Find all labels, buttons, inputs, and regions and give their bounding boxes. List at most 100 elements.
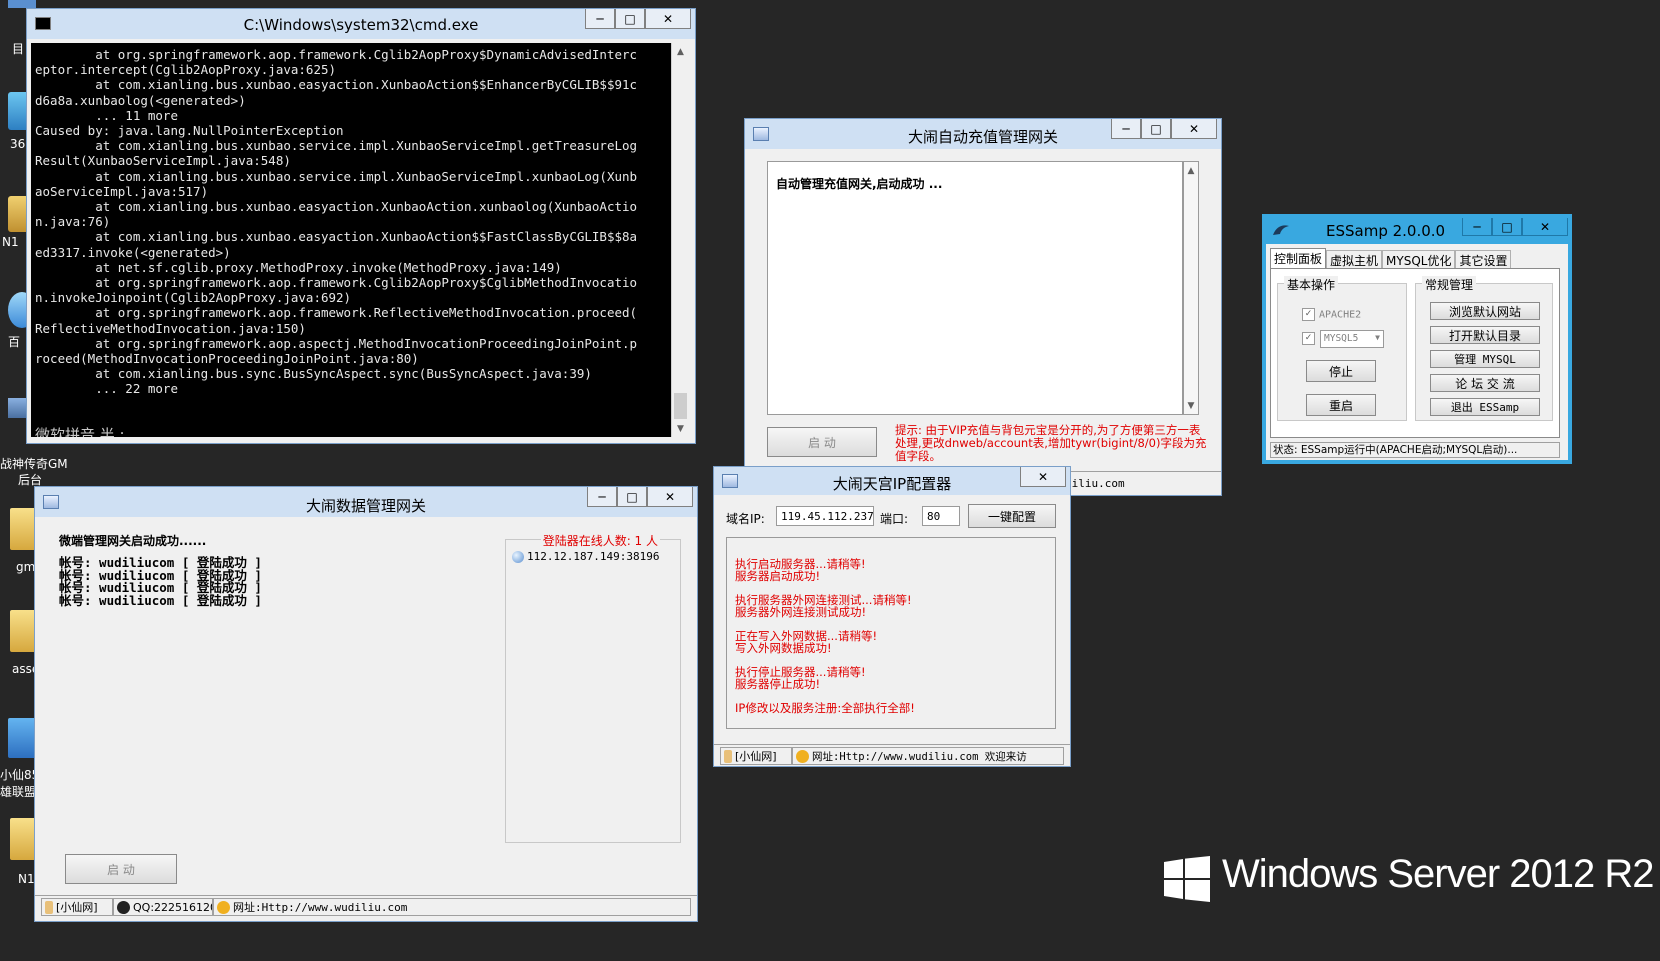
desktop-icon-label: 百 [8,335,21,349]
console-line: ed3317.invoke(<generated>) [35,244,231,260]
checkbox-icon: ✓ [1302,308,1315,321]
cmd-titlebar[interactable]: C:\Windows\system32\cmd.exe ─ □ ✕ [27,9,695,39]
scroll-up-icon[interactable]: ▲ [1184,162,1198,179]
console-output[interactable]: at org.springframework.aop.framework.Cgl… [31,43,671,437]
console-line: roceed(MethodInvocationProceedingJoinPoi… [35,351,419,366]
console-line: n.java:76) [35,214,111,230]
minimize-button[interactable]: ─ [585,9,615,29]
manage-mysql-button[interactable]: 管理 MYSQL [1430,350,1540,368]
port-label: 端口: [880,512,909,526]
console-line: at com.xianling.bus.xunbao.service.impl.… [35,168,638,184]
globe-icon [512,550,524,563]
gateway-log-title: 微端管理网关启动成功...... [59,534,207,548]
qq-icon [117,900,130,914]
common-mgmt-group: 常规管理 浏览默认网站 打开默认目录 管理 MYSQL 论 坛 交 流 退出 E… [1415,276,1553,421]
scroll-thumb[interactable] [674,393,687,419]
common-mgmt-label: 常规管理 [1422,276,1477,293]
windows-logo-icon [1164,856,1210,902]
status-qq: QQ:2225161200 [133,900,212,914]
data-gateway-window: 大闹数据管理网关 ─ □ ✕ 微端管理网关启动成功...... 帐号: wudi… [34,486,698,922]
ip-config-window: 大闹天宫IP配置器 ✕ 域名IP: 119.45.112.237 端口: 80 … [713,466,1071,767]
console-line: at com.xianling.bus.xunbao.easyaction.Xu… [35,229,638,245]
essamp-window: ESSamp 2.0.0.0 ─ □ ✕ 控制面板 虚拟主机 MYSQL优化 其… [1262,214,1572,464]
mysql-checkbox[interactable]: ✓ [1302,332,1319,345]
status-url[interactable]: 网址:Http://www.wudiliu.com 欢迎来访 [812,749,1027,764]
scroll-down-icon[interactable]: ▼ [672,420,689,437]
gateway-statusbar: [小仙网] QQ:2225161200 网址:Http://www.wudili… [35,895,697,917]
one-click-config-button[interactable]: 一键配置 [968,504,1056,528]
recharge-log-scrollbar[interactable]: ▲ ▼ [1183,161,1199,415]
desktop-icon-1[interactable] [8,0,36,8]
browse-default-site-button[interactable]: 浏览默认网站 [1430,302,1540,320]
dolphin-icon [1272,224,1290,236]
minimize-button[interactable]: ─ [587,487,617,507]
online-ip: 112.12.187.149:38196 [527,550,660,563]
desktop-icon-label: 战神传奇GM [0,457,68,471]
status-panel-url[interactable]: 网址:Http://www.wudiliu.com 欢迎来访 [792,747,1064,765]
desktop-icon-label: 36 [10,137,26,151]
apache-label: APACHE2 [1319,309,1362,321]
console-line: ReflectiveMethodInvocation.java:150) [35,320,306,336]
maximize-button[interactable]: □ [1141,119,1171,139]
status-panel-url[interactable]: 网址:Http://www.wudiliu.com [213,898,691,916]
close-button[interactable]: ✕ [645,9,691,29]
open-default-dir-button[interactable]: 打开默认目录 [1430,326,1540,344]
exit-essamp-button[interactable]: 退出 ESSamp [1430,398,1540,416]
ip-log-line: 写入外网数据成功! [735,641,832,655]
desktop-icon-label: N1 [2,235,19,249]
minimize-icon: ─ [598,489,606,504]
console-scrollbar[interactable]: ▲ ▼ [671,43,689,437]
scroll-up-icon[interactable]: ▲ [672,43,689,60]
essamp-titlebar[interactable]: ESSamp 2.0.0.0 ─ □ ✕ [1266,218,1568,244]
ime-indicator: 微软拼音 半 : [35,426,125,437]
status-panel-name: [小仙网] [720,747,792,765]
link-icon [796,749,809,763]
maximize-button[interactable]: □ [1492,218,1522,236]
stop-button[interactable]: 停止 [1306,360,1376,382]
recharge-log[interactable]: 自动管理充值网关,启动成功 ... [767,161,1183,415]
close-button[interactable]: ✕ [1522,218,1568,236]
minimize-button[interactable]: ─ [1111,119,1141,139]
list-item[interactable]: 112.12.187.149:38196 [512,550,674,563]
person-icon [724,749,732,763]
recharge-start-button[interactable]: 启 动 [767,427,877,457]
windows-server-branding: Windows Server 2012 R2 [1222,852,1655,896]
basic-ops-group: 基本操作 ✓ APACHE2 ✓ MYSQL5 ▼ 停止 重启 [1277,276,1407,421]
ip-config-titlebar[interactable]: 大闹天宫IP配置器 ✕ [714,467,1070,495]
maximize-button[interactable]: □ [617,487,647,507]
online-list[interactable]: 112.12.187.149:38196 [512,550,674,563]
ip-config-log[interactable]: 执行启动服务器...请稍等! 服务器启动成功! 执行服务器外网连接测试...请稍等!… [726,537,1056,729]
data-gateway-titlebar[interactable]: 大闹数据管理网关 ─ □ ✕ [35,487,697,517]
recharge-titlebar[interactable]: 大闹自动充值管理网关 ─ □ ✕ [745,119,1221,149]
gateway-start-button[interactable]: 启 动 [65,854,177,884]
close-button[interactable]: ✕ [647,487,693,507]
domain-ip-input[interactable]: 119.45.112.237 [776,506,874,526]
port-input[interactable]: 80 [922,506,960,526]
domain-label: 域名IP: [726,512,765,526]
maximize-button[interactable]: □ [615,9,645,29]
console-line: at com.xianling.bus.sync.BusSyncAspect.s… [35,366,592,382]
window-title: ESSamp 2.0.0.0 [1326,222,1446,240]
maximize-icon: □ [624,11,636,26]
mysql-version-select[interactable]: MYSQL5 ▼ [1320,330,1384,348]
close-button[interactable]: ✕ [1171,119,1217,139]
ip-log-line: 服务器启动成功! [735,569,821,583]
minimize-button[interactable]: ─ [1462,218,1492,236]
console-line: at com.xianling.bus.xunbao.service.impl.… [35,138,638,154]
restart-button[interactable]: 重启 [1306,394,1376,416]
minimize-icon: ─ [596,11,604,26]
basic-ops-label: 基本操作 [1284,276,1339,293]
essamp-tab-panel: 基本操作 ✓ APACHE2 ✓ MYSQL5 ▼ 停止 重启 常规管理 浏览默认… [1270,268,1560,438]
zip-icon[interactable] [8,718,36,758]
scroll-down-icon[interactable]: ▼ [1184,397,1198,414]
close-button[interactable]: ✕ [1020,467,1066,487]
desktop-icon-label: 雄联盟 [0,785,37,799]
desktop-icon-label: N1 [18,872,35,886]
status-url[interactable]: diliu.com [1065,477,1125,490]
apache-checkbox[interactable]: ✓ APACHE2 [1302,308,1361,321]
console-line: at com.xianling.bus.xunbao.easyaction.Xu… [35,77,638,93]
link-icon [217,900,230,914]
close-icon: ✕ [662,11,674,26]
forum-button[interactable]: 论 坛 交 流 [1430,374,1540,392]
status-url[interactable]: 网址:Http://www.wudiliu.com [233,899,407,915]
